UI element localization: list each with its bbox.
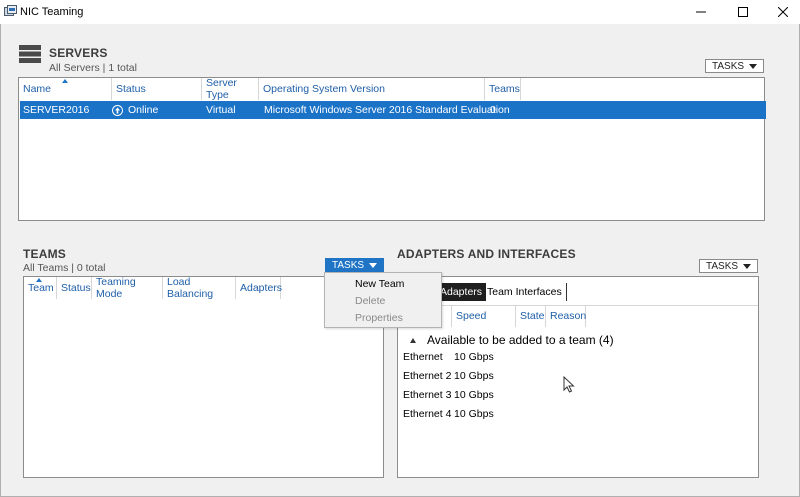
teams-tasks-button[interactable]: TASKS: [325, 258, 384, 272]
chevron-down-icon: [743, 264, 751, 269]
list-item[interactable]: Ethernet 10 Gbps: [403, 348, 494, 366]
chevron-down-icon: [369, 263, 377, 268]
adapters-col-state[interactable]: State: [516, 305, 546, 327]
maximize-icon: [738, 7, 748, 17]
adapters-title: ADAPTERS AND INTERFACES: [397, 247, 576, 261]
servers-col-os-version[interactable]: Operating System Version: [259, 78, 485, 100]
online-arrow-icon: [112, 104, 123, 116]
server-os-cell: Microsoft Windows Server 2016 Standard E…: [264, 104, 510, 116]
servers-tasks-button[interactable]: TASKS: [705, 59, 764, 73]
list-item[interactable]: Ethernet 2 10 Gbps: [403, 367, 494, 385]
minimize-icon: [696, 11, 706, 13]
mouse-pointer-icon: [563, 376, 575, 393]
server-status-cell: Online: [112, 101, 158, 119]
chevron-down-icon: [749, 64, 757, 69]
servers-col-name[interactable]: Name: [19, 78, 112, 100]
close-button[interactable]: [766, 0, 800, 24]
window-title: NIC Teaming: [20, 6, 84, 18]
title-bar: NIC Teaming: [0, 0, 800, 24]
minimize-button[interactable]: [684, 0, 718, 24]
servers-panel: Name Status Server Type Operating System…: [18, 77, 766, 221]
teams-col-team[interactable]: Team: [24, 277, 57, 299]
teams-tasks-label: TASKS: [332, 259, 365, 271]
servers-col-teams[interactable]: Teams: [485, 78, 521, 100]
collapse-triangle-icon: [410, 337, 416, 343]
close-icon: [778, 7, 788, 17]
teams-tasks-menu: New Team Delete Properties: [324, 272, 442, 328]
maximize-button[interactable]: [726, 0, 760, 24]
servers-col-server-type[interactable]: Server Type: [202, 77, 259, 101]
menu-item-delete[interactable]: Delete: [325, 292, 441, 309]
server-type-cell: Virtual: [206, 104, 236, 116]
adapters-tasks-button[interactable]: TASKS: [699, 259, 758, 273]
teams-subtitle: All Teams | 0 total: [23, 262, 106, 274]
servers-title: SERVERS: [49, 46, 108, 60]
servers-subtitle: All Servers | 1 total: [49, 62, 137, 74]
teams-col-load-balancing[interactable]: Load Balancing: [163, 276, 236, 300]
menu-item-new-team[interactable]: New Team: [325, 275, 441, 292]
tab-team-interfaces[interactable]: Team Interfaces: [483, 283, 567, 301]
teams-col-adapters[interactable]: Adapters: [236, 277, 282, 299]
server-teams-cell: 0: [490, 104, 496, 116]
servers-col-status[interactable]: Status: [112, 78, 202, 100]
adapters-col-speed[interactable]: Speed: [452, 305, 516, 327]
adapters-tasks-label: TASKS: [706, 260, 739, 272]
menu-item-properties[interactable]: Properties: [325, 309, 441, 326]
available-group-header[interactable]: Available to be added to a team (4): [410, 333, 614, 347]
adapters-col-reason[interactable]: Reason: [546, 305, 586, 327]
servers-section-icon: [19, 45, 41, 63]
client-area: SERVERS All Servers | 1 total TASKS Name…: [0, 24, 800, 497]
servers-tasks-label: TASKS: [712, 60, 745, 72]
adapters-panel: Adapters Team Interfaces Speed State Rea…: [397, 276, 759, 478]
teams-col-status[interactable]: Status: [57, 277, 92, 299]
server-name-cell: SERVER2016: [23, 104, 90, 116]
table-row[interactable]: SERVER2016 Online Virtual Microsoft Wind…: [20, 101, 766, 119]
list-item[interactable]: Ethernet 3 10 Gbps: [403, 386, 494, 404]
list-item[interactable]: Ethernet 4 10 Gbps: [403, 405, 494, 423]
nic-teaming-icon: [4, 5, 17, 16]
teams-col-teaming-mode[interactable]: Teaming Mode: [92, 276, 163, 300]
tab-adapters[interactable]: Adapters: [436, 283, 487, 301]
teams-title: TEAMS: [23, 247, 66, 261]
